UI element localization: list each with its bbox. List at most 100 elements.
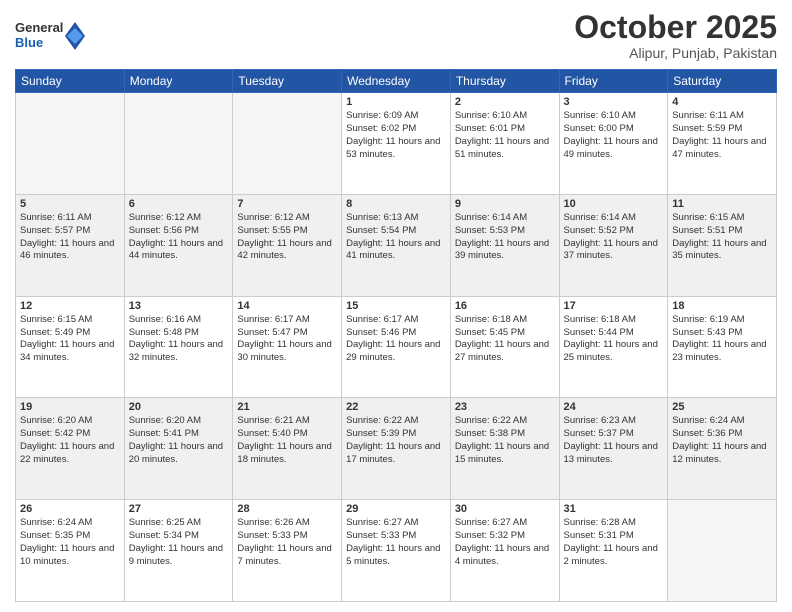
day-info: Sunrise: 6:18 AM Sunset: 5:45 PM Dayligh…: [455, 314, 555, 365]
day-info: Sunrise: 6:25 AM Sunset: 5:34 PM Dayligh…: [129, 517, 229, 568]
calendar-day: 12Sunrise: 6:15 AM Sunset: 5:49 PM Dayli…: [16, 296, 125, 398]
day-number: 17: [564, 300, 664, 312]
calendar-week-row: 12Sunrise: 6:15 AM Sunset: 5:49 PM Dayli…: [16, 296, 777, 398]
calendar-day: 29Sunrise: 6:27 AM Sunset: 5:33 PM Dayli…: [342, 500, 451, 602]
day-number: 14: [237, 300, 337, 312]
calendar-week-row: 26 Sunrise: 6:24 AM Sunset: 5:35 PM Dayli…: [16, 500, 777, 602]
calendar-day: 6 Sunrise: 6:12 AM Sunset: 5:56 PM Daylig…: [124, 194, 233, 296]
calendar-day: 19Sunrise: 6:20 AM Sunset: 5:42 PM Dayli…: [16, 398, 125, 500]
calendar-table: Sunday Monday Tuesday Wednesday Thursday…: [15, 69, 777, 602]
day-number: 22: [346, 401, 446, 413]
title-block: October 2025 Alipur, Punjab, Pakistan: [574, 10, 777, 61]
day-info: Sunrise: 6:11 AM Sunset: 5:59 PM Dayligh…: [672, 110, 772, 161]
day-info: Sunrise: 6:23 AM Sunset: 5:37 PM Dayligh…: [564, 415, 664, 466]
calendar-day: 5 Sunrise: 6:11 AM Sunset: 5:57 PM Daylig…: [16, 194, 125, 296]
calendar-day: 23 Sunrise: 6:22 AM Sunset: 5:38 PM Dayli…: [450, 398, 559, 500]
calendar-day: 31 Sunrise: 6:28 AM Sunset: 5:31 PM Dayli…: [559, 500, 668, 602]
day-number: 15: [346, 300, 446, 312]
day-number: 18: [672, 300, 772, 312]
page: General Blue October 2025 Alipur, Punjab…: [0, 0, 792, 612]
day-number: 27: [129, 503, 229, 515]
col-friday: Friday: [559, 70, 668, 93]
day-info: Sunrise: 6:27 AM Sunset: 5:32 PM Dayligh…: [455, 517, 555, 568]
day-info: Sunrise: 6:26 AM Sunset: 5:33 PM Dayligh…: [237, 517, 337, 568]
day-info: Sunrise: 6:28 AM Sunset: 5:31 PM Dayligh…: [564, 517, 664, 568]
day-info: Sunrise: 6:14 AM Sunset: 5:53 PM Dayligh…: [455, 212, 555, 263]
day-info: Sunrise: 6:13 AM Sunset: 5:54 PM Dayligh…: [346, 212, 446, 263]
calendar-day: 28 Sunrise: 6:26 AM Sunset: 5:33 PM Dayli…: [233, 500, 342, 602]
day-number: 31: [564, 503, 664, 515]
day-number: 23: [455, 401, 555, 413]
calendar-header-row: Sunday Monday Tuesday Wednesday Thursday…: [16, 70, 777, 93]
col-tuesday: Tuesday: [233, 70, 342, 93]
logo-blue: Blue: [15, 36, 63, 50]
col-wednesday: Wednesday: [342, 70, 451, 93]
day-number: 16: [455, 300, 555, 312]
logo-icon: [65, 22, 85, 50]
day-info: Sunrise: 6:09 AM Sunset: 6:02 PM Dayligh…: [346, 110, 446, 161]
day-number: 3: [564, 96, 664, 108]
col-sunday: Sunday: [16, 70, 125, 93]
calendar-day: 10Sunrise: 6:14 AM Sunset: 5:52 PM Dayli…: [559, 194, 668, 296]
day-info: Sunrise: 6:12 AM Sunset: 5:55 PM Dayligh…: [237, 212, 337, 263]
calendar-day: 25 Sunrise: 6:24 AM Sunset: 5:36 PM Dayli…: [668, 398, 777, 500]
calendar-week-row: 1 Sunrise: 6:09 AM Sunset: 6:02 PM Daylig…: [16, 93, 777, 195]
logo: General Blue: [15, 21, 85, 50]
calendar-day: 2Sunrise: 6:10 AM Sunset: 6:01 PM Daylig…: [450, 93, 559, 195]
day-number: 13: [129, 300, 229, 312]
day-number: 26: [20, 503, 120, 515]
day-info: Sunrise: 6:20 AM Sunset: 5:42 PM Dayligh…: [20, 415, 120, 466]
calendar-day: [668, 500, 777, 602]
calendar-day: 15 Sunrise: 6:17 AM Sunset: 5:46 PM Dayli…: [342, 296, 451, 398]
col-thursday: Thursday: [450, 70, 559, 93]
calendar-day: 16 Sunrise: 6:18 AM Sunset: 5:45 PM Dayli…: [450, 296, 559, 398]
calendar-day: 11Sunrise: 6:15 AM Sunset: 5:51 PM Dayli…: [668, 194, 777, 296]
day-number: 9: [455, 198, 555, 210]
calendar-week-row: 5 Sunrise: 6:11 AM Sunset: 5:57 PM Daylig…: [16, 194, 777, 296]
day-number: 4: [672, 96, 772, 108]
calendar-day: 4 Sunrise: 6:11 AM Sunset: 5:59 PM Daylig…: [668, 93, 777, 195]
title-location: Alipur, Punjab, Pakistan: [574, 45, 777, 61]
day-info: Sunrise: 6:11 AM Sunset: 5:57 PM Dayligh…: [20, 212, 120, 263]
calendar-day: [16, 93, 125, 195]
day-number: 28: [237, 503, 337, 515]
day-info: Sunrise: 6:22 AM Sunset: 5:39 PM Dayligh…: [346, 415, 446, 466]
day-info: Sunrise: 6:17 AM Sunset: 5:47 PM Dayligh…: [237, 314, 337, 365]
calendar-day: 20 Sunrise: 6:20 AM Sunset: 5:41 PM Dayli…: [124, 398, 233, 500]
day-number: 20: [129, 401, 229, 413]
day-info: Sunrise: 6:24 AM Sunset: 5:35 PM Dayligh…: [20, 517, 120, 568]
day-info: Sunrise: 6:12 AM Sunset: 5:56 PM Dayligh…: [129, 212, 229, 263]
calendar-day: 1 Sunrise: 6:09 AM Sunset: 6:02 PM Daylig…: [342, 93, 451, 195]
calendar-day: 26 Sunrise: 6:24 AM Sunset: 5:35 PM Dayli…: [16, 500, 125, 602]
day-info: Sunrise: 6:21 AM Sunset: 5:40 PM Dayligh…: [237, 415, 337, 466]
calendar-day: 22 Sunrise: 6:22 AM Sunset: 5:39 PM Dayli…: [342, 398, 451, 500]
calendar-day: 13 Sunrise: 6:16 AM Sunset: 5:48 PM Dayli…: [124, 296, 233, 398]
day-number: 6: [129, 198, 229, 210]
day-number: 1: [346, 96, 446, 108]
day-info: Sunrise: 6:16 AM Sunset: 5:48 PM Dayligh…: [129, 314, 229, 365]
day-info: Sunrise: 6:17 AM Sunset: 5:46 PM Dayligh…: [346, 314, 446, 365]
calendar-day: 3 Sunrise: 6:10 AM Sunset: 6:00 PM Daylig…: [559, 93, 668, 195]
title-month: October 2025: [574, 10, 777, 45]
logo-general: General: [15, 21, 63, 35]
calendar-day: 18Sunrise: 6:19 AM Sunset: 5:43 PM Dayli…: [668, 296, 777, 398]
calendar-week-row: 19Sunrise: 6:20 AM Sunset: 5:42 PM Dayli…: [16, 398, 777, 500]
calendar-day: 14 Sunrise: 6:17 AM Sunset: 5:47 PM Dayli…: [233, 296, 342, 398]
day-number: 5: [20, 198, 120, 210]
calendar-day: 7Sunrise: 6:12 AM Sunset: 5:55 PM Daylig…: [233, 194, 342, 296]
day-info: Sunrise: 6:22 AM Sunset: 5:38 PM Dayligh…: [455, 415, 555, 466]
header: General Blue October 2025 Alipur, Punjab…: [15, 10, 777, 61]
calendar-day: 9 Sunrise: 6:14 AM Sunset: 5:53 PM Daylig…: [450, 194, 559, 296]
calendar-day: [233, 93, 342, 195]
calendar-day: [124, 93, 233, 195]
day-info: Sunrise: 6:15 AM Sunset: 5:49 PM Dayligh…: [20, 314, 120, 365]
day-info: Sunrise: 6:24 AM Sunset: 5:36 PM Dayligh…: [672, 415, 772, 466]
day-number: 24: [564, 401, 664, 413]
day-number: 21: [237, 401, 337, 413]
day-info: Sunrise: 6:20 AM Sunset: 5:41 PM Dayligh…: [129, 415, 229, 466]
day-number: 10: [564, 198, 664, 210]
day-info: Sunrise: 6:10 AM Sunset: 6:00 PM Dayligh…: [564, 110, 664, 161]
day-info: Sunrise: 6:18 AM Sunset: 5:44 PM Dayligh…: [564, 314, 664, 365]
day-number: 11: [672, 198, 772, 210]
day-number: 25: [672, 401, 772, 413]
